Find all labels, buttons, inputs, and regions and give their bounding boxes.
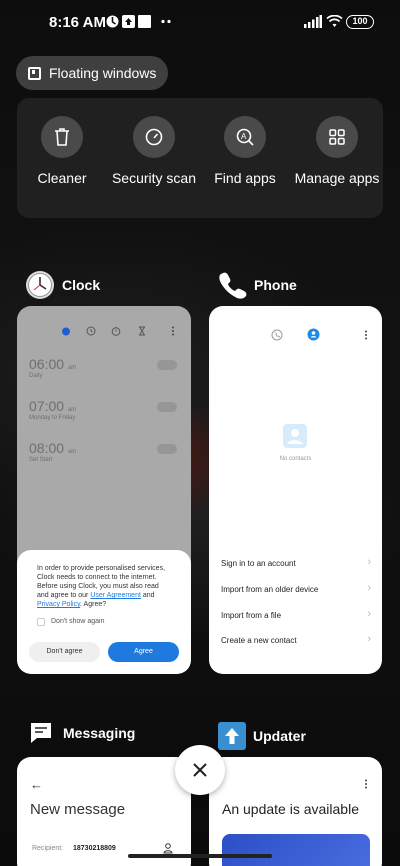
messaging-app-icon [31,723,51,743]
search-a-icon: A [224,116,266,158]
alarm-days: Daily [29,373,43,379]
messaging-app-card[interactable]: ← New message Recipient: 18730218809 [17,757,191,866]
user-agreement-link[interactable]: User Agreement [90,592,141,599]
alarm-days: Monday to Friday [29,415,76,421]
alarm-item[interactable]: 06:00 am Daily [29,356,179,379]
back-arrow-icon[interactable]: ← [30,777,43,792]
alarm-ampm: am [67,449,77,455]
find-apps-button[interactable]: A Find apps [200,116,290,187]
checkbox-box[interactable] [37,617,45,626]
new-message-heading: New message [30,801,126,818]
world-clock-tab-icon[interactable] [86,326,96,336]
security-scan-label: Security scan [111,170,197,186]
updater-app-header[interactable]: Updater [218,722,306,750]
alarm-ampm: am [67,365,77,371]
sign-in-account-item[interactable]: Sign in to an account [221,556,371,568]
signal-icon [304,15,322,28]
wifi-icon [326,15,343,27]
consent-text: In order to provide personalised service… [37,564,172,609]
updater-app-icon [218,722,246,750]
alarm-time: 07:00 [29,398,65,414]
manage-apps-button[interactable]: Manage apps [292,116,382,187]
import-file-item[interactable]: Import from a file [221,608,371,620]
floating-windows-label: Floating windows [49,65,157,81]
phone-app-icon [219,272,247,299]
clock-app-title: Clock [62,277,101,293]
grid-icon [316,116,358,158]
upload-icon [122,15,135,28]
empty-contacts-icon [283,424,307,448]
more-icon [161,19,171,24]
phone-app-title: Phone [254,277,297,293]
alarm-toggle[interactable] [157,360,177,370]
close-icon [193,763,207,777]
home-indicator[interactable] [128,854,272,858]
import-older-device-item[interactable]: Import from an older device [221,582,371,594]
stopwatch-tab-icon[interactable] [111,326,121,336]
more-options-icon[interactable] [364,330,368,340]
trash-icon [41,116,83,158]
cleaner-button[interactable]: Cleaner [17,116,107,187]
status-bar: 8:16 AM 100 [0,0,400,44]
messaging-app-header[interactable]: Messaging [29,721,135,745]
more-options-icon[interactable] [171,326,175,336]
find-apps-label: Find apps [214,170,276,186]
recents-tab-icon[interactable] [271,329,283,341]
updater-app-card[interactable]: An update is available [209,757,382,866]
floating-window-icon [28,66,41,80]
floating-windows-button[interactable]: Floating windows [16,56,168,90]
consent-dialog: In order to provide personalised service… [17,550,191,674]
alarm-ampm: am [67,407,77,413]
alarm-toggle[interactable] [157,444,177,454]
phone-app-header[interactable]: Phone [217,270,297,300]
updater-app-title: Updater [253,728,306,744]
recipient-label: Recipient: [32,845,64,852]
status-time: 8:16 AM [49,14,106,31]
contact-picker-icon[interactable] [163,843,173,854]
speedometer-icon [133,116,175,158]
security-scan-button[interactable]: Security scan [109,116,199,187]
clock-app-header[interactable]: Clock [25,270,100,300]
square-icon [138,15,151,28]
consent-text-part: . Agree? [80,601,107,608]
alarm-item[interactable]: 08:00 am Set Start [29,440,179,463]
clock-app-card[interactable]: 06:00 am Daily 07:00 am Monday to Friday… [17,306,191,674]
quick-tools-panel: Cleaner Security scan A Find apps Manage… [17,98,383,218]
update-available-heading: An update is available [222,801,359,817]
dont-show-again-label: Don't show again [51,618,105,625]
close-all-button[interactable] [175,745,225,795]
alarm-time: 08:00 [29,440,65,456]
dont-agree-button[interactable]: Don't agree [29,642,100,662]
battery-indicator: 100 [346,15,374,29]
update-banner [222,834,370,866]
more-options-icon[interactable] [364,779,368,789]
svg-text:A: A [241,132,247,141]
privacy-policy-link[interactable]: Privacy Policy [37,601,80,608]
manage-apps-label: Manage apps [294,170,380,186]
alarm-time: 06:00 [29,356,65,372]
alarm-toggle[interactable] [157,402,177,412]
alarm-item[interactable]: 07:00 am Monday to Friday [29,398,179,421]
cleaner-label: Cleaner [37,170,87,186]
alarm-days: Set Start [29,457,53,463]
dont-show-again-checkbox[interactable]: Don't show again [37,617,172,626]
messaging-app-title: Messaging [63,725,136,741]
phone-app-card[interactable]: No contacts Sign in to an account Import… [209,306,382,674]
create-contact-item[interactable]: Create a new contact [221,633,371,645]
timer-tab-icon[interactable] [137,326,147,336]
notification-icon [106,15,119,28]
contacts-tab-icon[interactable] [307,328,320,341]
no-contacts-text: No contacts [279,456,312,462]
alarm-tab-icon[interactable] [61,326,71,336]
clock-app-icon [26,271,54,299]
agree-button[interactable]: Agree [108,642,179,662]
recipient-value[interactable]: 18730218809 [73,845,116,852]
consent-text-part: and [140,592,155,599]
